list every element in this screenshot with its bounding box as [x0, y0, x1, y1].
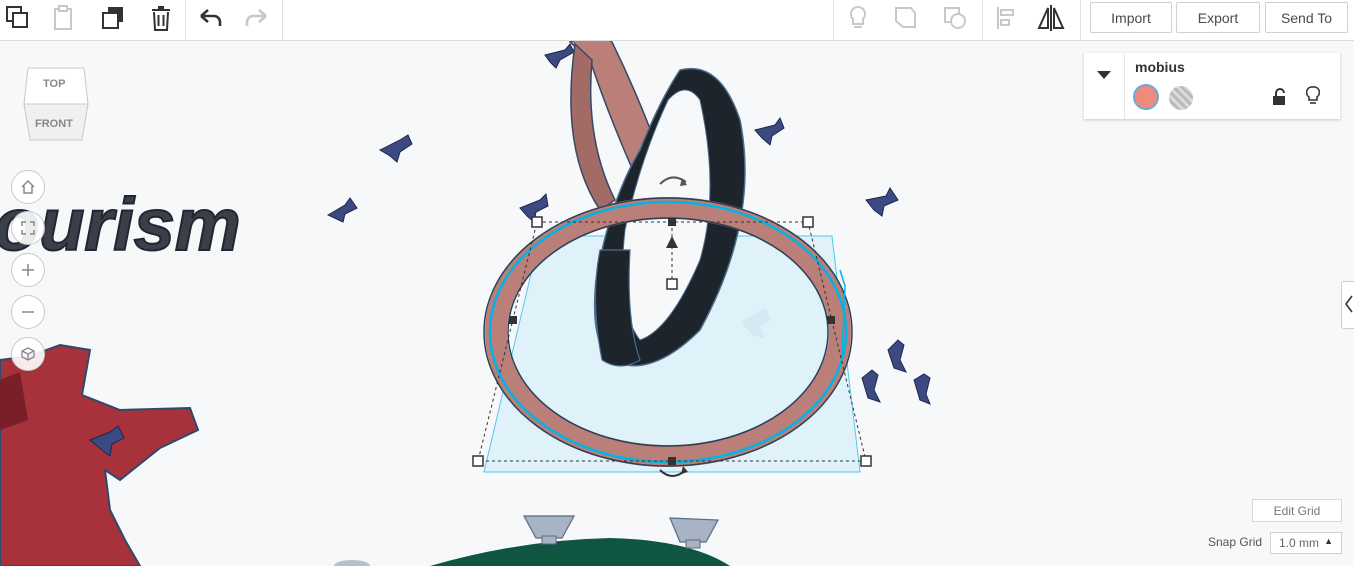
- import-button[interactable]: Import: [1090, 2, 1172, 33]
- airplane-shape: [887, 339, 907, 373]
- send-to-button[interactable]: Send To: [1265, 2, 1348, 33]
- edit-grid-button[interactable]: Edit Grid: [1252, 499, 1342, 522]
- caret-up-icon: ▲: [1324, 536, 1333, 546]
- ungroup-icon: [944, 7, 966, 29]
- lightbulb-icon: [849, 5, 867, 28]
- duplicate-icon: [102, 7, 123, 29]
- scene-canvas: ourism: [0, 41, 931, 566]
- align-icon: [997, 7, 1014, 29]
- duplicate-button[interactable]: [93, 0, 133, 36]
- workplane-viewport[interactable]: ourism TOP FRONT mobius Edit Grid Snap G…: [0, 41, 1354, 566]
- mirror-icon: [1037, 5, 1065, 31]
- show-all-button[interactable]: [838, 0, 878, 36]
- expand-panel-tab[interactable]: [1341, 281, 1354, 329]
- fit-icon: [21, 221, 35, 235]
- perspective-button[interactable]: [11, 337, 45, 371]
- airplane-shape: [326, 197, 358, 223]
- chevron-down-icon: [1097, 71, 1111, 79]
- export-button[interactable]: Export: [1176, 2, 1260, 33]
- airplane-shape: [544, 43, 575, 69]
- group-button[interactable]: [886, 0, 926, 36]
- airplane-shape: [865, 187, 899, 217]
- view-cube-top-label: TOP: [43, 78, 66, 90]
- shape-inspector: mobius: [1084, 53, 1340, 119]
- lightbulb-icon[interactable]: [1306, 86, 1320, 106]
- solid-color-swatch[interactable]: [1133, 84, 1159, 110]
- undo-icon: [200, 9, 222, 26]
- airplane-shape: [861, 369, 881, 403]
- snap-grid-label: Snap Grid: [1208, 535, 1263, 549]
- trash-icon: [152, 6, 170, 31]
- fit-view-button[interactable]: [11, 211, 45, 245]
- resize-handle: [860, 455, 872, 467]
- zoom-in-button[interactable]: [11, 253, 45, 287]
- ungroup-button[interactable]: [935, 0, 975, 36]
- shape-name[interactable]: mobius: [1135, 59, 1185, 75]
- snap-grid-value: 1.0 mm: [1279, 536, 1320, 550]
- plus-icon: [22, 264, 34, 276]
- height-handle: [666, 278, 678, 290]
- undo-button[interactable]: [190, 0, 230, 36]
- airplane-shape: [754, 116, 785, 146]
- delete-button[interactable]: [141, 0, 181, 36]
- resize-handle: [802, 216, 814, 228]
- align-button[interactable]: [986, 0, 1026, 36]
- airplane-shape: [378, 134, 413, 163]
- collapse-inspector-button[interactable]: [1084, 53, 1125, 119]
- paste-button[interactable]: [44, 0, 84, 36]
- copy-button[interactable]: [0, 0, 38, 36]
- red-star-shape: [0, 343, 200, 566]
- unlock-icon[interactable]: [1271, 88, 1287, 106]
- main-toolbar: Import Export Send To: [0, 0, 1354, 41]
- chevron-left-icon: [1345, 295, 1353, 313]
- home-view-button[interactable]: [11, 170, 45, 204]
- redo-icon: [245, 9, 267, 26]
- home-icon: [21, 179, 35, 194]
- redo-button[interactable]: [237, 0, 277, 36]
- resize-handle: [472, 455, 484, 467]
- view-cube[interactable]: TOP FRONT: [22, 66, 90, 144]
- paste-icon: [54, 5, 72, 30]
- view-cube-front-label: FRONT: [35, 118, 73, 130]
- snap-grid-select[interactable]: 1.0 mm ▲: [1270, 532, 1342, 554]
- cube-icon: [21, 347, 35, 361]
- airplane-shape: [913, 373, 931, 405]
- minus-icon: [22, 311, 34, 313]
- mirror-button[interactable]: [1031, 0, 1071, 36]
- zoom-out-button[interactable]: [11, 295, 45, 329]
- hole-swatch[interactable]: [1169, 86, 1193, 110]
- resize-handle: [531, 216, 543, 228]
- group-icon: [895, 7, 916, 28]
- copy-icon: [6, 6, 28, 28]
